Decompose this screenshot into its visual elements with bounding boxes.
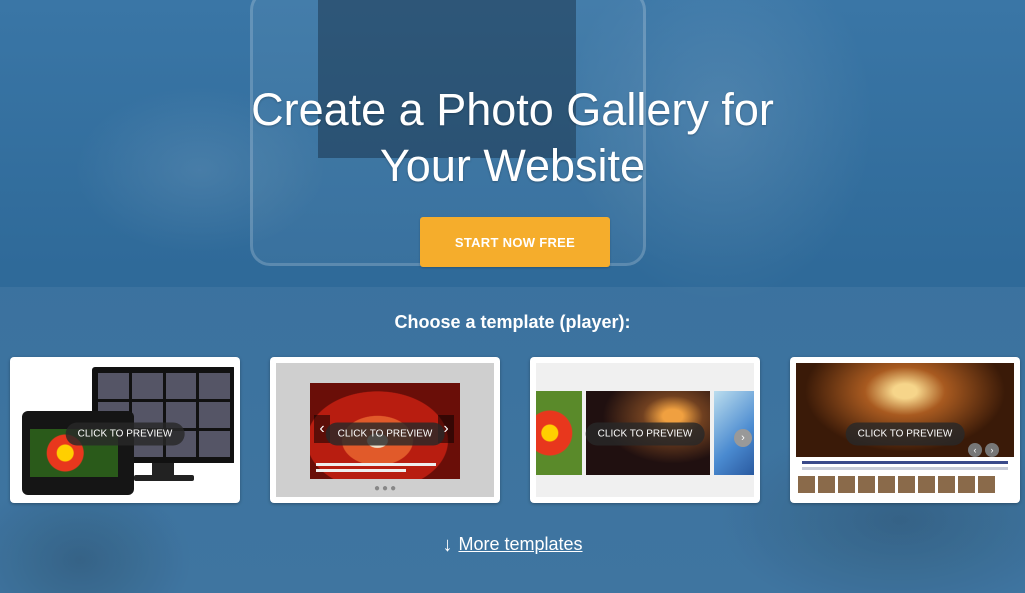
slide-image (536, 391, 582, 475)
thumbnail-strip (798, 476, 995, 493)
templates-heading: Choose a template (player): (394, 312, 631, 332)
caption-bar (802, 467, 1008, 470)
progress-bar (802, 461, 1008, 464)
more-templates: ↓ More templates (0, 534, 1025, 557)
start-now-button[interactable]: START NOW FREE (420, 217, 610, 267)
monitor-stand (152, 463, 174, 475)
slider-nav: ‹ › (968, 443, 999, 457)
template-card-2[interactable]: ‹ › ●●● CLICK TO PREVIEW (270, 357, 500, 503)
caption-bar (316, 469, 406, 472)
caption-bar (316, 463, 436, 466)
next-circle-icon: › (985, 443, 999, 457)
template-card-3[interactable]: › CLICK TO PREVIEW (530, 357, 760, 503)
hero-title: Create a Photo Gallery for Your Website (0, 82, 1025, 194)
monitor-base (134, 475, 194, 481)
pagination-dots-icon: ●●● (374, 483, 399, 494)
next-circle-icon: › (734, 429, 752, 447)
arrow-down-icon: ↓ (442, 534, 453, 556)
hero-title-line1: Create a Photo Gallery for (251, 84, 774, 135)
prev-circle-icon: ‹ (968, 443, 982, 457)
click-to-preview-label: CLICK TO PREVIEW (845, 422, 965, 446)
template-card-4[interactable]: ‹ › CLICK TO PREVIEW (790, 357, 1020, 503)
more-templates-link[interactable]: More templates (458, 534, 582, 554)
template-card-1[interactable]: CLICK TO PREVIEW (10, 357, 240, 503)
hero-title-line2: Your Website (379, 140, 646, 191)
click-to-preview-label: CLICK TO PREVIEW (65, 422, 185, 446)
click-to-preview-label: CLICK TO PREVIEW (325, 422, 445, 446)
click-to-preview-label: CLICK TO PREVIEW (585, 422, 705, 446)
